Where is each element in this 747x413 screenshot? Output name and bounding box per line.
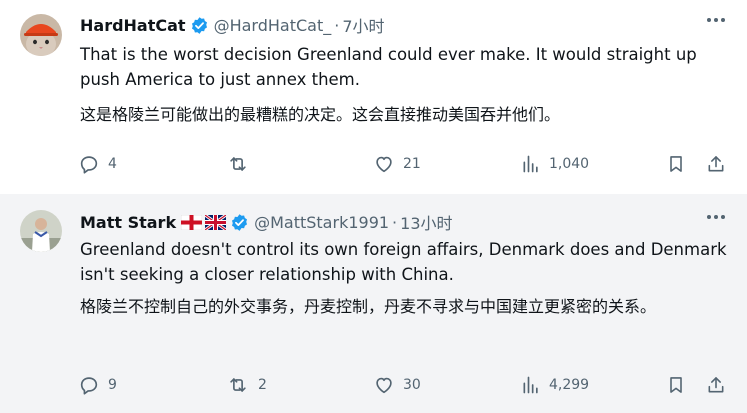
more-options-icon[interactable] xyxy=(707,18,725,22)
analytics-bars-icon xyxy=(523,155,538,173)
timestamp[interactable]: 13小时 xyxy=(400,210,452,234)
like-button[interactable]: 21 xyxy=(373,152,421,176)
verified-badge-icon xyxy=(230,213,249,232)
handle[interactable]: @MattStark1991 xyxy=(254,213,389,232)
timestamp[interactable]: 7小时 xyxy=(342,13,384,37)
like-count: 21 xyxy=(403,156,421,172)
reply-icon xyxy=(80,156,98,174)
tweet-card[interactable]: Matt Stark @MattStark1991 · 13小时 Greenla… xyxy=(0,194,747,413)
repost-icon xyxy=(230,157,246,171)
share-button[interactable] xyxy=(706,152,726,176)
tweet-translation: 格陵兰不控制自己的外交事务，丹麦控制，丹麦不寻求与中国建立更紧密的关系。 xyxy=(80,297,657,316)
separator-dot: · xyxy=(334,15,340,35)
repost-button[interactable]: 2 xyxy=(226,373,267,397)
display-name[interactable]: Matt Stark xyxy=(80,213,176,232)
tweet-translation: 这是格陵兰可能做出的最糟糕的决定。这会直接推动美国吞并他们。 xyxy=(80,105,561,124)
views-count: 1,040 xyxy=(549,156,590,172)
name-emoji-flags xyxy=(181,214,227,230)
share-button[interactable] xyxy=(706,373,726,397)
tweet-header: Matt Stark @MattStark1991 · 13小时 xyxy=(80,210,453,234)
tweet-text: That is the worst decision Greenland cou… xyxy=(80,45,697,89)
repost-icon xyxy=(230,378,246,392)
display-name[interactable]: HardHatCat xyxy=(80,16,186,35)
views-button[interactable]: 1,040 xyxy=(521,152,589,176)
reply-button[interactable]: 9 xyxy=(78,373,117,397)
separator-dot: · xyxy=(392,212,398,232)
bookmark-icon xyxy=(670,377,682,393)
like-button[interactable]: 30 xyxy=(373,373,421,397)
reply-count: 4 xyxy=(108,156,117,172)
cat-hardhat-avatar-image xyxy=(20,14,62,56)
avatar[interactable] xyxy=(20,210,62,252)
views-count: 4,299 xyxy=(549,377,590,393)
england-flag-icon xyxy=(181,214,203,230)
bookmark-button[interactable] xyxy=(666,373,686,397)
share-icon xyxy=(708,156,724,172)
tweet-header: HardHatCat @HardHatCat_ · 7小时 xyxy=(80,13,385,37)
action-bar: 4 21 1,040 xyxy=(78,152,728,176)
reply-icon xyxy=(80,377,98,395)
avatar[interactable] xyxy=(20,14,62,56)
tweet-card[interactable]: HardHatCat @HardHatCat_ · 7小时 That is th… xyxy=(0,0,747,194)
views-button[interactable]: 4,299 xyxy=(521,373,589,397)
reply-button[interactable]: 4 xyxy=(78,152,117,176)
heart-icon xyxy=(376,377,392,394)
person-photo-avatar-image xyxy=(20,210,62,252)
bookmark-icon xyxy=(670,156,682,172)
tweet-text: Greenland doesn't control its own foreig… xyxy=(80,240,727,284)
verified-badge-icon xyxy=(190,16,209,35)
action-bar: 9 2 30 4,299 xyxy=(78,373,728,397)
repost-button[interactable] xyxy=(226,152,258,176)
repost-count: 2 xyxy=(258,377,267,393)
uk-flag-icon xyxy=(205,214,227,230)
analytics-bars-icon xyxy=(523,376,538,394)
heart-icon xyxy=(376,156,392,173)
like-count: 30 xyxy=(403,377,421,393)
more-options-icon[interactable] xyxy=(707,215,725,219)
handle[interactable]: @HardHatCat_ xyxy=(214,16,332,35)
reply-count: 9 xyxy=(108,377,117,393)
share-icon xyxy=(708,377,724,393)
bookmark-button[interactable] xyxy=(666,152,686,176)
